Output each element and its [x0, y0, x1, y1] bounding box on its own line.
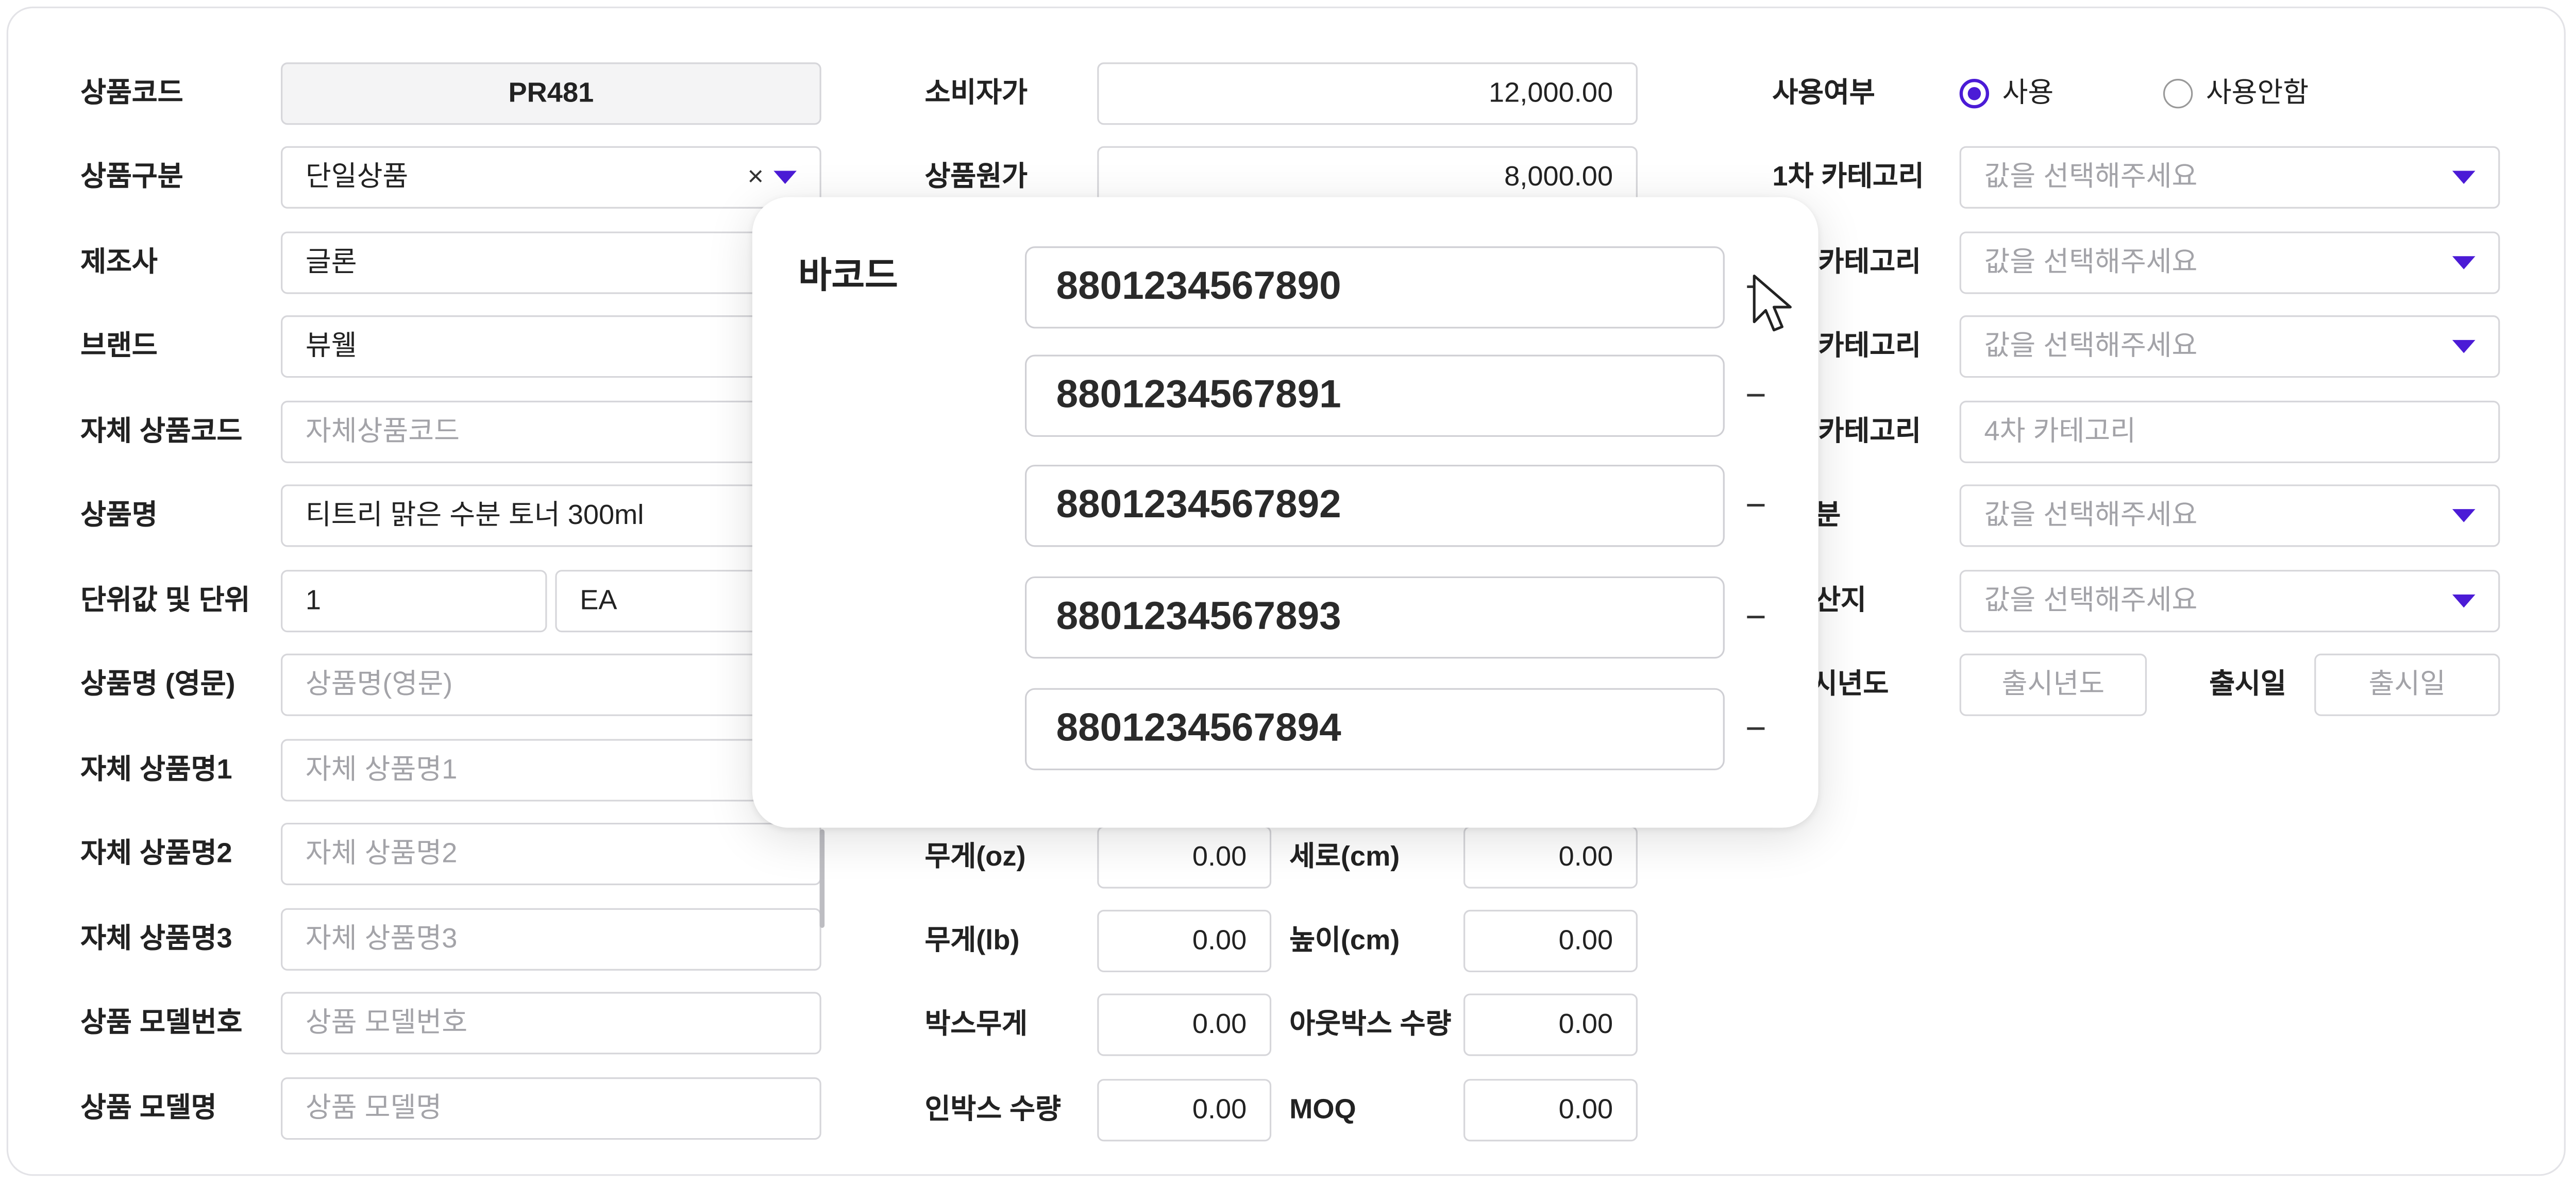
- barcode-input-3[interactable]: 8801234567892: [1025, 465, 1725, 547]
- cat2-label: 카테고리: [1818, 246, 1921, 278]
- use-option-off[interactable]: 사용안함: [2206, 61, 2309, 127]
- box-weight-label: 박스무게: [924, 1008, 1028, 1040]
- use-radio-off[interactable]: [2163, 79, 2193, 109]
- outbox-qty-label: 아웃박스 수량: [1289, 1008, 1452, 1040]
- chevron-down-icon: [773, 171, 797, 184]
- row6-select[interactable]: 값을 선택해주세요: [1959, 570, 2500, 633]
- moq-label: MOQ: [1289, 1093, 1356, 1125]
- name-en-input[interactable]: 상품명(영문): [281, 653, 821, 716]
- product-name-input[interactable]: 티트리 맑은 수분 토너 300ml: [281, 484, 821, 547]
- cat2-select[interactable]: 값을 선택해주세요: [1959, 231, 2500, 294]
- product-type-label: 상품구분: [80, 161, 183, 192]
- barcode-input-1[interactable]: 8801234567890: [1025, 246, 1725, 329]
- use-radio-on[interactable]: [1959, 79, 1990, 109]
- unit-value-input[interactable]: 1: [281, 570, 547, 633]
- product-name-label: 상품명: [80, 499, 158, 531]
- own-name1-label: 자체 상품명1: [80, 754, 232, 785]
- own-name3-label: 자체 상품명3: [80, 923, 232, 954]
- cat4-input[interactable]: 4차 카테고리: [1959, 400, 2500, 463]
- chevron-down-icon: [2452, 171, 2476, 184]
- cat3-label: 카테고리: [1818, 330, 1921, 362]
- barcode-input-2[interactable]: 8801234567891: [1025, 354, 1725, 437]
- product-code-label: 상품코드: [80, 77, 183, 109]
- outbox-qty-input[interactable]: 0.00: [1463, 993, 1638, 1056]
- chevron-down-icon: [2452, 509, 2476, 522]
- model-no-label: 상품 모델번호: [80, 1006, 243, 1038]
- consumer-price-input[interactable]: 12,000.00: [1097, 62, 1638, 125]
- own-code-input[interactable]: 자체상품코드: [281, 400, 821, 463]
- product-type-select[interactable]: 단일상품 ×: [281, 146, 821, 209]
- model-name-input[interactable]: 상품 모델명: [281, 1077, 821, 1140]
- weight-oz-input[interactable]: 0.00: [1097, 826, 1272, 889]
- weight-oz-label: 무게(oz): [924, 841, 1026, 872]
- row5-select[interactable]: 값을 선택해주세요: [1959, 484, 2500, 547]
- release-year-label: 시년도: [1811, 668, 1889, 700]
- consumer-price-label: 소비자가: [924, 77, 1028, 109]
- own-name2-input[interactable]: 자체 상품명2: [281, 822, 821, 886]
- weight-lb-label: 무게(lb): [924, 924, 1020, 956]
- model-name-label: 상품 모델명: [80, 1092, 217, 1124]
- name-en-label: 상품명 (영문): [80, 668, 235, 700]
- row6-placeholder: 값을 선택해주세요: [1984, 584, 2198, 616]
- use-option-on[interactable]: 사용: [2002, 61, 2054, 127]
- moq-input[interactable]: 0.00: [1463, 1079, 1638, 1142]
- manufacturer-field[interactable]: 글론: [281, 231, 821, 294]
- brand-label: 브랜드: [80, 330, 158, 362]
- cat1-select[interactable]: 값을 선택해주세요: [1959, 146, 2500, 209]
- own-name1-input[interactable]: 자체 상품명1: [281, 739, 821, 802]
- release-day-label: 출시일: [2209, 668, 2286, 700]
- inbox-qty-label: 인박스 수량: [924, 1093, 1061, 1125]
- own-name3-input[interactable]: 자체 상품명3: [281, 908, 821, 971]
- height-cm-label: 높이(cm): [1289, 924, 1400, 956]
- height-cm-input[interactable]: 0.00: [1463, 909, 1638, 972]
- product-type-value: 단일상품: [305, 161, 409, 192]
- unit-label: 단위값 및 단위: [80, 584, 250, 616]
- cat1-placeholder: 값을 선택해주세요: [1984, 161, 2198, 192]
- cat3-placeholder: 값을 선택해주세요: [1984, 330, 2198, 362]
- use-label: 사용여부: [1772, 77, 1875, 109]
- model-no-input[interactable]: 상품 모델번호: [281, 992, 821, 1055]
- remove-barcode-button[interactable]: −: [1738, 704, 1774, 754]
- barcode-label: 바코드: [798, 255, 898, 296]
- chevron-down-icon: [2452, 340, 2476, 353]
- release-year-input[interactable]: 출시년도: [1959, 653, 2147, 716]
- brand-field[interactable]: 뷰웰: [281, 315, 821, 378]
- barcode-input-4[interactable]: 8801234567893: [1025, 576, 1725, 659]
- mouse-pointer-icon: [1753, 274, 1792, 332]
- manufacturer-label: 제조사: [80, 246, 158, 278]
- row5-label: 분: [1815, 499, 1841, 531]
- own-code-label: 자체 상품코드: [80, 415, 243, 447]
- remove-barcode-button[interactable]: −: [1738, 481, 1774, 531]
- cat2-placeholder: 값을 선택해주세요: [1984, 246, 2198, 278]
- chevron-down-icon: [2452, 594, 2476, 608]
- weight-lb-input[interactable]: 0.00: [1097, 909, 1272, 972]
- depth-cm-label: 세로(cm): [1289, 841, 1400, 872]
- row6-label: 산지: [1815, 584, 1866, 616]
- remove-barcode-button[interactable]: −: [1738, 371, 1774, 420]
- box-weight-input[interactable]: 0.00: [1097, 993, 1272, 1056]
- depth-cm-input[interactable]: 0.00: [1463, 826, 1638, 889]
- cat3-select[interactable]: 값을 선택해주세요: [1959, 315, 2500, 378]
- cat4-label: 카테고리: [1818, 415, 1921, 447]
- inbox-qty-input[interactable]: 0.00: [1097, 1079, 1272, 1142]
- barcode-input-5[interactable]: 8801234567894: [1025, 688, 1725, 770]
- product-form-screen: 상품코드 PR481 상품구분 단일상품 × 제조사 글론 브랜드 뷰웰 자체 …: [0, 0, 2575, 1182]
- clear-icon[interactable]: ×: [748, 148, 764, 207]
- release-day-input[interactable]: 출시일: [2314, 653, 2500, 716]
- barcode-popup: 바코드 8801234567890 + 8801234567891 − 8801…: [752, 197, 1819, 828]
- remove-barcode-button[interactable]: −: [1738, 593, 1774, 642]
- scrollbar[interactable]: [819, 829, 825, 928]
- own-name2-label: 자체 상품명2: [80, 837, 232, 869]
- chevron-down-icon: [2452, 256, 2476, 269]
- product-code-field: PR481: [281, 62, 821, 125]
- row5-placeholder: 값을 선택해주세요: [1984, 499, 2198, 531]
